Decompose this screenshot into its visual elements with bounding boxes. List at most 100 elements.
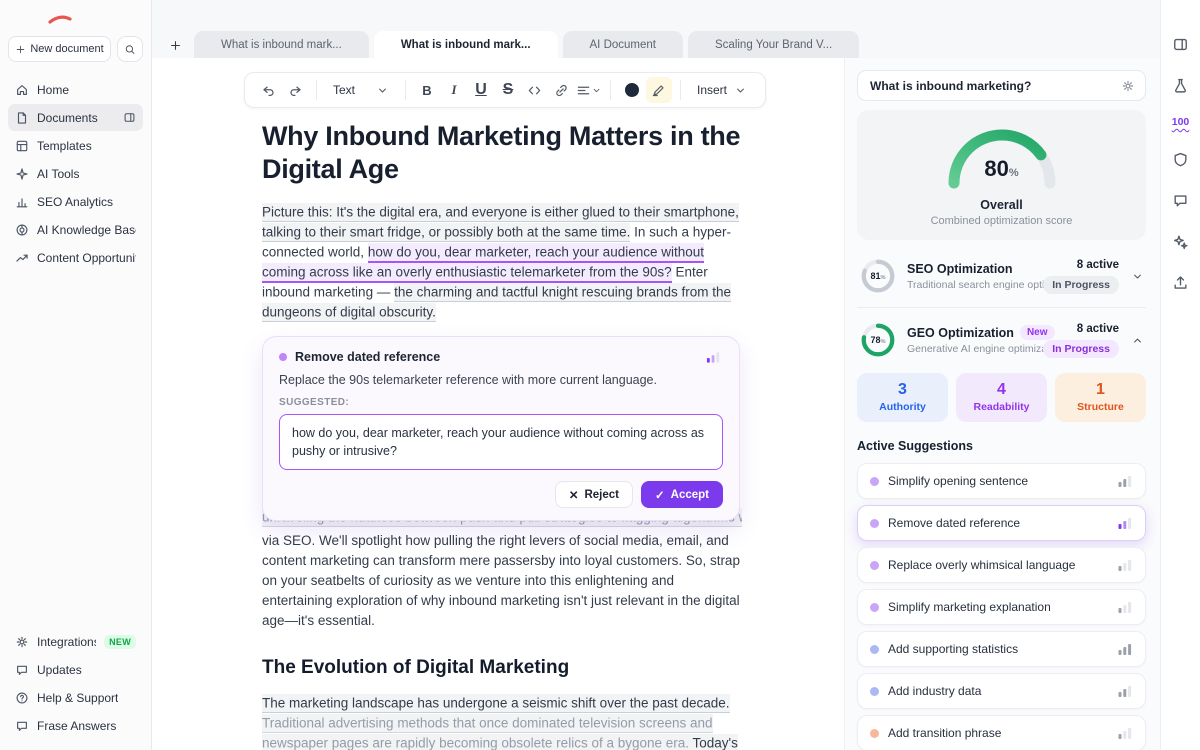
impact-bars-icon [706,350,723,364]
code-button[interactable] [522,77,548,103]
strikethrough-button[interactable]: S [495,77,521,103]
suggested-text-box[interactable]: how do you, dear marketer, reach your au… [279,414,723,470]
section-heading[interactable]: The Evolution of Digital Marketing [262,657,742,679]
suggestion-remove-dated-reference[interactable]: Remove dated reference [857,505,1146,541]
sidebar-item-documents[interactable]: Documents [8,104,143,131]
svg-text:81%: 81% [870,271,885,281]
tab-label: AI Document [590,39,656,51]
rail-shield-button[interactable] [1171,149,1191,169]
tab-3[interactable]: AI Document [563,31,683,58]
suggestion-simplify-opening-sentence[interactable]: Simplify opening sentence [857,463,1146,499]
redo-button[interactable] [282,77,308,103]
document-title[interactable]: Why Inbound Marketing Matters in the Dig… [262,120,742,186]
chevron-down-icon[interactable] [1131,270,1144,283]
optimization-panel: 80% Overall Combined optimization score … [844,58,1160,750]
paragraph-3[interactable]: The marketing landscape has undergone a … [262,693,742,750]
comment-icon [1172,192,1189,209]
suggestion-add-supporting-statistics[interactable]: Add supporting statistics [857,631,1146,667]
status-badge: In Progress [1043,340,1119,358]
suggestion-replace-overly-whimsical-language[interactable]: Replace overly whimsical language [857,547,1146,583]
p1-segments: Picture this: It's the digital era, and … [262,203,739,322]
sidebar-item-templates[interactable]: Templates [8,132,143,159]
text-color-button[interactable] [619,77,645,103]
sidebar-item-updates[interactable]: Updates [8,656,143,683]
gear-icon[interactable] [1121,79,1135,93]
home-icon [15,83,29,97]
sidebar-item-label: AI Knowledge Base [37,223,136,237]
section-geo-optimization[interactable]: 78% GEO Optimization New Generative AI e… [857,307,1146,371]
tab-2[interactable]: What is inbound mark... [374,31,558,58]
query-input[interactable] [868,78,1113,94]
stat-value: 4 [956,381,1047,399]
tab-4[interactable]: Scaling Your Brand V... [688,31,859,58]
undo-icon [261,83,276,98]
underline-button[interactable]: U [468,77,494,103]
paragraph-1[interactable]: Picture this: It's the digital era, and … [262,202,742,322]
sidebar-item-label: Documents [37,111,98,125]
sidebar-item-label: Help & Support [37,691,118,705]
suggestion-add-industry-data[interactable]: Add industry data [857,673,1146,709]
active-count: 8 active [1043,259,1119,271]
sidebar-item-integrations[interactable]: Integrations NEW [8,628,143,655]
redo-icon [288,83,303,98]
accept-label: Accept [671,489,709,501]
stat-cards: 3 Authority 4 Readability 1 Structure [857,373,1146,422]
new-document-button[interactable]: New document [8,36,111,62]
sidebar-footer-nav: Integrations NEW Updates Help & Support … [8,628,143,740]
document-body[interactable]: Why Inbound Marketing Matters in the Dig… [262,120,742,750]
section-subtitle: Traditional search engine optimization [907,279,1033,291]
text-segment: Traditional advertising methods that onc… [262,714,713,750]
sidebar-item-ai-knowledge-base[interactable]: AI Knowledge Base [8,216,143,243]
optimize-score-icon[interactable]: 100 [1172,116,1190,128]
insert-dropdown[interactable]: Insert [689,83,755,97]
chevron-up-icon[interactable] [1131,334,1144,347]
gear-icon [15,635,29,649]
suggestion-simplify-marketing-explanation[interactable]: Simplify marketing explanation [857,589,1146,625]
flask-icon [1172,77,1189,94]
panel-icon[interactable] [123,111,136,124]
priority-dot-icon [870,477,879,486]
sidebar-item-seo-analytics[interactable]: SEO Analytics [8,188,143,215]
tab-1[interactable]: What is inbound mark... [194,31,369,58]
new-tab-button[interactable] [164,32,186,58]
undo-button[interactable] [255,77,281,103]
link-button[interactable] [549,77,575,103]
rail-comment-button[interactable] [1171,190,1191,210]
rail-sparkles-button[interactable] [1171,231,1191,251]
search-button[interactable] [117,36,143,62]
bold-button[interactable]: B [414,77,440,103]
brand-logo-icon [48,13,72,25]
section-seo-optimization[interactable]: 81% SEO Optimization Traditional search … [857,244,1146,307]
reject-button[interactable]: ✕Reject [555,481,633,508]
highlight-button[interactable] [646,77,672,103]
new-document-label: New document [30,43,103,55]
overall-sublabel: Combined optimization score [857,215,1146,227]
stat-card-readability: 4 Readability [956,373,1047,422]
editor-canvas[interactable]: Text B I U S [152,58,844,750]
impact-bars-icon [1117,474,1133,488]
align-dropdown[interactable] [576,77,602,103]
sidebar-item-help-support[interactable]: Help & Support [8,684,143,711]
suggestion-label: Simplify marketing explanation [888,600,1108,614]
trend-icon [15,251,29,265]
highlighter-pen-icon [651,83,666,98]
sidebar-item-ai-tools[interactable]: AI Tools [8,160,143,187]
sidebar-item-content-opportunities[interactable]: Content Opportunities [8,244,143,271]
sidebar-item-label: Updates [37,663,82,677]
section-title: GEO Optimization [907,326,1014,340]
sidebar-item-home[interactable]: Home [8,76,143,103]
accept-button[interactable]: ✓ Accept [641,481,723,508]
rail-upload-button[interactable] [1171,272,1191,292]
check-icon: ✓ [655,488,665,502]
suggestion-label: Add supporting statistics [888,642,1108,656]
paragraph-2[interactable]: via SEO. We'll spotlight how pulling the… [262,531,742,631]
panel-toggle-icon [1172,36,1189,53]
rail-flask-button[interactable] [1171,75,1191,95]
suggestion-add-transition-phrase[interactable]: Add transition phrase [857,715,1146,750]
text-style-dropdown[interactable]: Text [325,83,397,97]
sidebar-item-frase-answers[interactable]: Frase Answers [8,712,143,739]
italic-button[interactable]: I [441,77,467,103]
file-icon [15,111,29,125]
suggestion-label: Add industry data [888,684,1108,698]
rail-panel-toggle-button[interactable] [1171,34,1191,54]
